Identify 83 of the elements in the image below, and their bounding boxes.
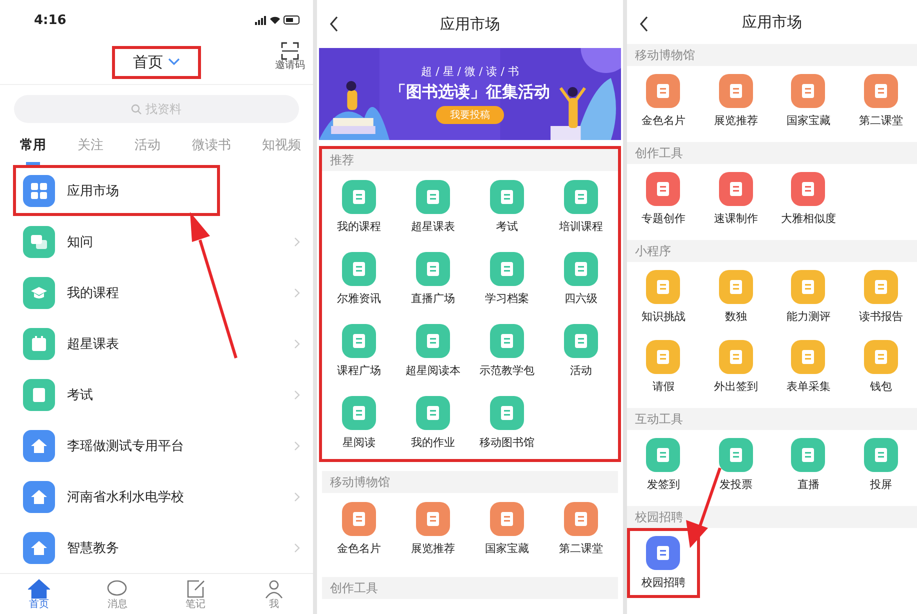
app-tile[interactable]: 投屏 (844, 430, 917, 500)
app-tile[interactable]: 移动图书馆 (470, 387, 544, 459)
chevron-right-icon (294, 390, 300, 400)
promo-banner[interactable]: 超 / 星 / 微 / 读 / 书 「图书选读」征集活动 我要投稿 (319, 48, 621, 140)
app-tile[interactable]: 直播广场 (396, 243, 470, 315)
app-tile[interactable]: 能力测评 (772, 262, 844, 332)
status-icons (255, 15, 301, 25)
app-tile[interactable]: 四六级 (544, 243, 618, 315)
section-header: 创作工具 (322, 577, 618, 599)
chevron-right-icon (294, 542, 300, 552)
section-header: 移动博物馆 (322, 471, 618, 493)
nav-tab[interactable]: 我 (234, 574, 313, 614)
chevron-right-icon (294, 288, 300, 298)
app-tile[interactable]: 示范教学包 (470, 315, 544, 387)
section-header: 移动博物馆 (627, 44, 917, 66)
scan-icon (281, 42, 299, 60)
person-icon (262, 578, 285, 598)
chevron-right-icon (294, 440, 300, 450)
app-tile[interactable]: 金色名片 (322, 493, 396, 565)
app-tile[interactable]: 第二课堂 (544, 493, 618, 565)
app-tile[interactable]: 培训课程 (544, 171, 618, 243)
status-time: 4:16 (34, 12, 66, 28)
list-item[interactable]: 河南省水利水电学校 (0, 471, 313, 522)
app-tile[interactable]: 我的课程 (322, 171, 396, 243)
banner-subtitle: 超 / 星 / 微 / 读 / 书 (421, 64, 519, 79)
scan-button[interactable]: 邀请码 (275, 42, 305, 71)
list-item[interactable]: 超星课表 (0, 318, 313, 369)
section-header: 小程序 (627, 240, 917, 262)
list-item[interactable]: 应用市场 (13, 165, 220, 216)
app-tile[interactable]: 星阅读 (322, 387, 396, 459)
list-item[interactable]: 李瑶做测试专用平台 (0, 420, 313, 471)
app-tile[interactable]: 国家宝藏 (470, 493, 544, 565)
section-header: 互动工具 (627, 408, 917, 430)
app-tile[interactable]: 发投票 (700, 430, 772, 500)
app-tile[interactable]: 读书报告 (844, 262, 917, 332)
app-tile[interactable]: 专题创作 (627, 164, 700, 234)
app-tile[interactable]: 知识挑战 (627, 262, 700, 332)
page-title: 应用市场 (440, 14, 500, 34)
section-header: 创作工具 (627, 142, 917, 164)
nav-tab[interactable]: 笔记 (156, 574, 235, 614)
search-icon (130, 104, 142, 115)
app-tile[interactable]: 金色名片 (627, 66, 700, 136)
nav-tab[interactable]: 消息 (78, 574, 156, 614)
back-icon[interactable] (329, 16, 339, 32)
app-tile[interactable]: 课程广场 (322, 315, 396, 387)
app-tile[interactable]: 超星课表 (396, 171, 470, 243)
section-header: 校园招聘 (627, 506, 917, 528)
app-tile[interactable]: 第二课堂 (844, 66, 917, 136)
app-tile[interactable]: 数独 (700, 262, 772, 332)
app-tile[interactable]: 外出签到 (700, 332, 772, 402)
app-tile[interactable]: 超星阅读本 (396, 315, 470, 387)
page-title-dropdown[interactable]: 首页 (112, 46, 201, 78)
list-item[interactable]: 我的课程 (0, 267, 313, 318)
app-tile[interactable]: 发签到 (627, 430, 700, 500)
back-icon[interactable] (639, 16, 649, 32)
app-tile[interactable]: 我的作业 (396, 387, 470, 459)
app-tile[interactable]: 学习档案 (470, 243, 544, 315)
section-header: 推荐 (322, 149, 618, 171)
search-field[interactable]: 找资料 (14, 95, 299, 123)
app-tile[interactable]: 活动 (544, 315, 618, 387)
chevron-right-icon (294, 492, 300, 502)
banner-headline: 「图书选读」征集活动 (390, 82, 550, 103)
app-tile[interactable]: 考试 (470, 171, 544, 243)
list-item[interactable]: 考试 (0, 369, 313, 420)
app-tile[interactable]: 尔雅资讯 (322, 243, 396, 315)
app-tile[interactable]: 国家宝藏 (772, 66, 844, 136)
app-tile[interactable]: 直播 (772, 430, 844, 500)
app-tile[interactable]: 展览推荐 (700, 66, 772, 136)
app-tile[interactable]: 展览推荐 (396, 493, 470, 565)
app-tile[interactable]: 请假 (627, 332, 700, 402)
chevron-right-icon (294, 236, 300, 246)
app-tile[interactable]: 钱包 (844, 332, 917, 402)
chat-icon (106, 578, 128, 598)
app-tile[interactable]: 表单采集 (772, 332, 844, 402)
note-icon (184, 578, 207, 598)
nav-tab[interactable]: 首页 (0, 574, 78, 614)
home-icon (28, 578, 50, 598)
list-item[interactable]: 智慧教务 (0, 522, 313, 573)
chevron-down-icon (168, 58, 180, 66)
app-tile[interactable]: 大雅相似度 (772, 164, 844, 234)
app-tile[interactable]: 速课制作 (700, 164, 772, 234)
page-title: 应用市场 (742, 12, 802, 32)
chevron-right-icon (294, 338, 300, 348)
